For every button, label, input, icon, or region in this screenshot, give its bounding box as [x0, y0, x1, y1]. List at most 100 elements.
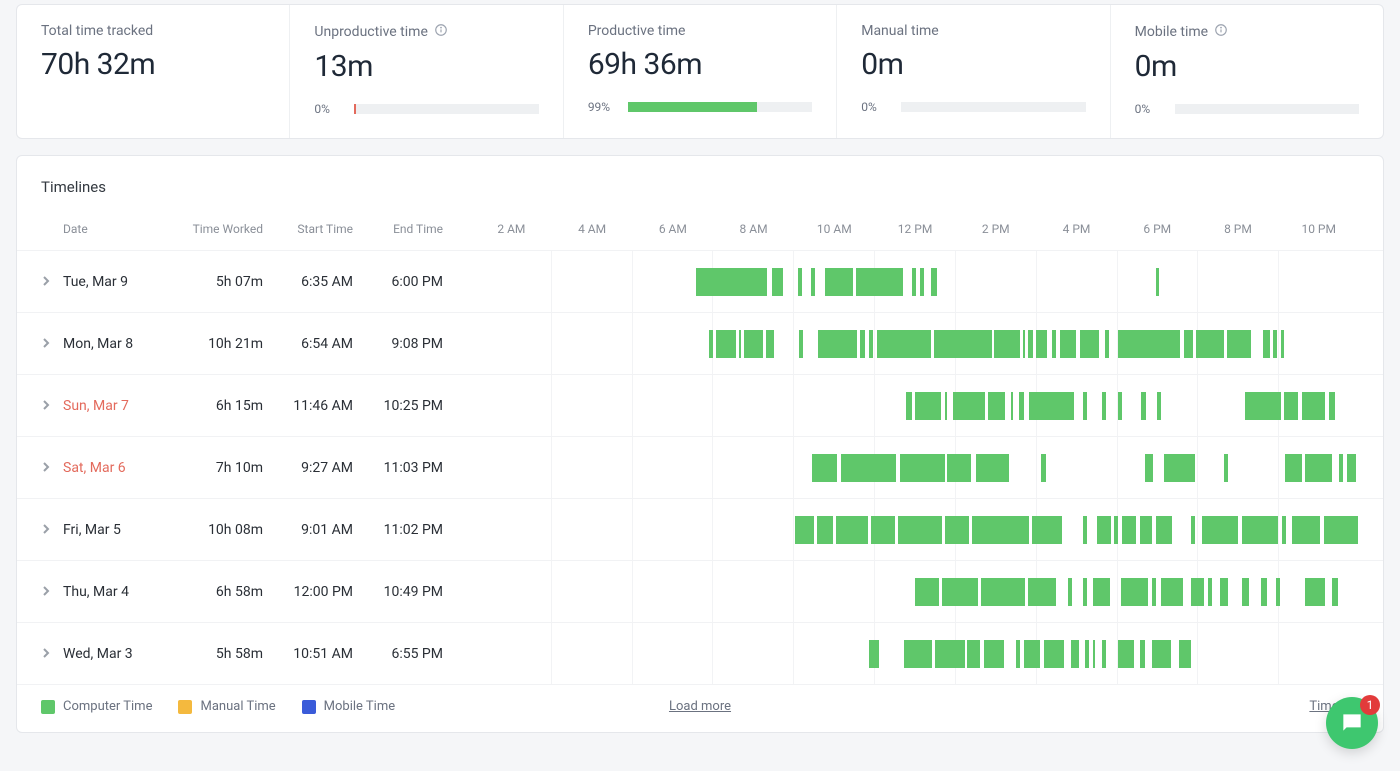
- time-segment: [1164, 454, 1195, 482]
- time-segment: [716, 330, 736, 358]
- time-segment: [1032, 516, 1062, 544]
- timeline-row[interactable]: Sat, Mar 67h 10m9:27 AM11:03 PM: [17, 436, 1383, 498]
- legend-computer-label: Computer Time: [63, 699, 152, 714]
- time-segment: [994, 330, 1020, 358]
- stat-pct: 0%: [314, 102, 342, 116]
- time-segment: [1028, 330, 1033, 358]
- timeline-row[interactable]: Wed, Mar 35h 58m10:51 AM6:55 PM: [17, 622, 1383, 684]
- stat-pct: 0%: [1135, 102, 1163, 116]
- time-segment: [972, 516, 1030, 544]
- stat-bar-track: [628, 102, 812, 112]
- stat-progress: 0%: [314, 102, 538, 116]
- row-date: Wed, Mar 3: [63, 646, 173, 662]
- time-segment: [1118, 640, 1134, 668]
- timeline-row[interactable]: Fri, Mar 510h 08m9:01 AM11:02 PM: [17, 498, 1383, 560]
- chat-button[interactable]: 1: [1326, 697, 1378, 749]
- time-segment: [869, 640, 879, 668]
- timeline-row[interactable]: Tue, Mar 95h 07m6:35 AM6:00 PM: [17, 250, 1383, 312]
- time-segment: [1263, 330, 1270, 358]
- hour-label: 4 AM: [552, 222, 633, 236]
- timeline-row[interactable]: Mon, Mar 810h 21m6:54 AM9:08 PM: [17, 312, 1383, 374]
- time-segment: [1284, 392, 1299, 420]
- row-start: 9:01 AM: [263, 522, 353, 538]
- stat-label: Manual time: [861, 23, 1085, 39]
- chat-badge: 1: [1360, 695, 1380, 715]
- row-worked: 7h 10m: [173, 460, 263, 476]
- time-segment: [709, 330, 713, 358]
- hour-label: 8 AM: [713, 222, 794, 236]
- stat-label: Unproductive time: [314, 23, 538, 41]
- legend-manual-label: Manual Time: [200, 699, 275, 714]
- time-segment: [1029, 392, 1073, 420]
- time-segment: [877, 330, 931, 358]
- timeline-row[interactable]: Thu, Mar 46h 58m12:00 PM10:49 PM: [17, 560, 1383, 622]
- time-segment: [1242, 578, 1249, 606]
- time-segment: [795, 516, 815, 544]
- stat-pct: 99%: [588, 100, 616, 114]
- stat-cell-4: Mobile time0m 0%: [1111, 5, 1383, 138]
- timelines-title: Timelines: [17, 156, 1383, 210]
- time-segment: [1324, 516, 1358, 544]
- chevron-right-icon[interactable]: [41, 336, 51, 352]
- time-segment: [1152, 640, 1171, 668]
- time-segment: [1083, 578, 1087, 606]
- chevron-right-icon[interactable]: [41, 522, 51, 538]
- time-segment: [744, 330, 763, 358]
- time-segment: [898, 516, 942, 544]
- time-segment: [976, 454, 1010, 482]
- time-segment: [1122, 516, 1135, 544]
- time-segment: [1339, 454, 1343, 482]
- time-segment: [1093, 640, 1096, 668]
- gantt-hours-header: 2 AM4 AM6 AM8 AM10 AM12 PM2 PM4 PM6 PM8 …: [471, 222, 1359, 236]
- load-more-link[interactable]: Load more: [669, 699, 731, 714]
- row-start: 9:27 AM: [263, 460, 353, 476]
- row-start: 12:00 PM: [263, 584, 353, 600]
- time-segment: [1305, 578, 1325, 606]
- time-segment: [869, 330, 873, 358]
- hour-label: 6 AM: [632, 222, 713, 236]
- chevron-right-icon[interactable]: [41, 398, 51, 414]
- time-segment: [1224, 454, 1228, 482]
- time-segment: [1152, 578, 1156, 606]
- time-segment: [825, 268, 853, 296]
- time-segment: [1245, 392, 1281, 420]
- chevron-right-icon[interactable]: [41, 274, 51, 290]
- chevron-right-icon[interactable]: [41, 646, 51, 662]
- row-end: 10:25 PM: [353, 398, 443, 414]
- stat-value: 13m: [314, 49, 538, 84]
- time-segment: [1184, 330, 1193, 358]
- time-segment: [915, 392, 941, 420]
- time-segment: [1019, 392, 1024, 420]
- legend-mobile: Mobile Time: [302, 699, 395, 714]
- chevron-right-icon[interactable]: [41, 460, 51, 476]
- time-segment: [1105, 330, 1109, 358]
- time-segment: [1121, 578, 1148, 606]
- time-segment: [915, 578, 939, 606]
- time-segment: [766, 330, 774, 358]
- timeline-row[interactable]: Sun, Mar 76h 15m11:46 AM10:25 PM: [17, 374, 1383, 436]
- time-segment: [812, 454, 837, 482]
- time-segment: [1191, 516, 1195, 544]
- time-segment: [947, 454, 971, 482]
- time-segment: [1023, 330, 1026, 358]
- row-gantt: [471, 499, 1359, 560]
- legend-mobile-label: Mobile Time: [324, 699, 395, 714]
- time-segment: [1060, 330, 1076, 358]
- time-segment: [1261, 578, 1268, 606]
- time-segment: [1276, 578, 1280, 606]
- time-segment: [1024, 640, 1040, 668]
- row-start: 10:51 AM: [263, 646, 353, 662]
- chevron-right-icon[interactable]: [41, 584, 51, 600]
- col-header-date: Date: [63, 222, 173, 236]
- time-segment: [1285, 454, 1302, 482]
- time-segment: [818, 330, 857, 358]
- time-segment: [1208, 578, 1212, 606]
- time-segment: [934, 330, 992, 358]
- time-segment: [904, 640, 932, 668]
- row-gantt: [471, 561, 1359, 622]
- time-segment: [1028, 578, 1056, 606]
- time-segment: [1305, 454, 1332, 482]
- time-segment: [1102, 640, 1106, 668]
- time-segment: [1281, 330, 1284, 358]
- row-gantt: [471, 313, 1359, 374]
